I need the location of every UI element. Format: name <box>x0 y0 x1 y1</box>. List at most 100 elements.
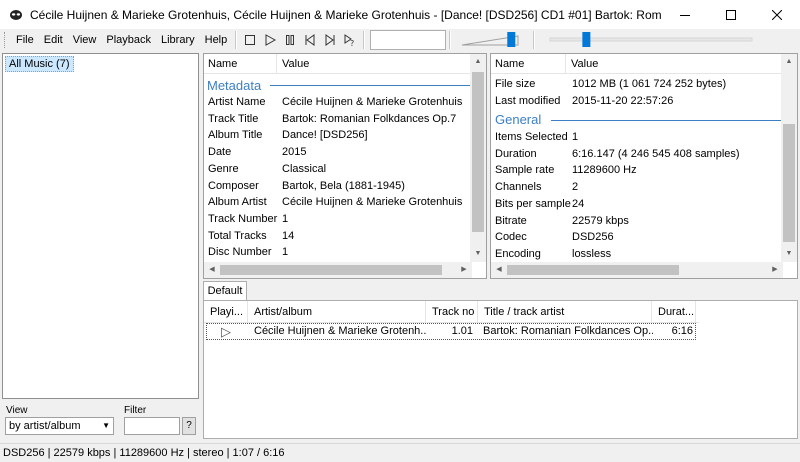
horizontal-scrollbar[interactable]: ◀ ▶ <box>491 262 783 278</box>
column-name-header[interactable]: Name <box>495 58 524 70</box>
property-value: Cécile Huijnen & Marieke Grotenhuis <box>282 196 463 209</box>
section-divider <box>270 85 472 86</box>
column-divider <box>565 54 566 74</box>
menu-help[interactable]: Help <box>200 29 233 51</box>
property-name: Bits per sample <box>495 197 571 210</box>
property-name: Artist Name <box>208 96 266 108</box>
maximize-button[interactable] <box>708 0 754 29</box>
seek-bar[interactable] <box>546 30 756 50</box>
scrollbar-thumb[interactable] <box>220 265 442 275</box>
metadata-panel: Name Value Metadata Artist Name Cécile Hu… <box>203 53 487 279</box>
menu-edit[interactable]: Edit <box>39 29 68 51</box>
scroll-up-icon[interactable]: ▲ <box>781 54 797 70</box>
scroll-left-icon[interactable]: ◀ <box>204 262 220 278</box>
close-button[interactable] <box>754 0 800 29</box>
vertical-scrollbar[interactable]: ▲ ▼ <box>781 54 797 262</box>
property-value: Bartok: Romanian Folkdances Op.7 <box>282 112 457 125</box>
view-label: View <box>6 405 28 416</box>
property-value: lossless <box>572 247 612 260</box>
cell-artist-album: Cécile Huijnen & Marieke Grotenh... <box>254 325 426 337</box>
property-name: Genre <box>208 162 239 175</box>
menu-playback[interactable]: Playback <box>101 29 156 51</box>
filter-input[interactable] <box>124 417 180 435</box>
property-name: Disc Number <box>208 246 272 259</box>
volume-slider[interactable] <box>460 30 530 50</box>
tab-default-playlist[interactable]: Default <box>203 281 247 301</box>
property-name: Album Title <box>208 129 263 142</box>
filter-label: Filter <box>124 405 147 416</box>
svg-text:?: ? <box>350 39 354 46</box>
property-value: 2015 <box>282 146 307 159</box>
scroll-left-icon[interactable]: ◀ <box>491 262 507 278</box>
column-duration[interactable]: Durat... <box>652 301 696 323</box>
property-value: 2 <box>572 181 579 194</box>
property-name: Total Tracks <box>208 229 267 242</box>
playlist-row[interactable]: ▷ Cécile Huijnen & Marieke Grotenh... 1.… <box>206 323 696 340</box>
column-track-no[interactable]: Track no <box>426 301 478 323</box>
property-value: Cécile Huijnen & Marieke Grotenhuis <box>282 96 463 108</box>
toolbar-search-box[interactable] <box>370 30 447 50</box>
filter-help-button[interactable]: ? <box>182 417 196 435</box>
property-value: 1012 MB (1 061 724 252 bytes) <box>572 78 727 90</box>
property-name: Encoding <box>495 247 541 260</box>
scroll-down-icon[interactable]: ▼ <box>470 246 486 262</box>
menu-toolbar: File Edit View Playback Library Help ? <box>0 29 800 51</box>
column-value-header[interactable]: Value <box>282 58 309 70</box>
minimize-button[interactable] <box>662 0 708 29</box>
scroll-right-icon[interactable]: ▶ <box>767 262 783 278</box>
random-button[interactable]: ? <box>340 30 360 50</box>
scrollbar-thumb[interactable] <box>472 72 484 232</box>
previous-button[interactable] <box>300 30 320 50</box>
play-button[interactable] <box>260 30 280 50</box>
scroll-right-icon[interactable]: ▶ <box>456 262 472 278</box>
column-title[interactable]: Title / track artist <box>478 301 652 323</box>
next-button[interactable] <box>320 30 340 50</box>
info-header: Name Value <box>491 54 797 74</box>
property-value: DSD256 <box>572 231 614 244</box>
property-value: 22579 kbps <box>572 214 629 227</box>
property-value: Classical <box>282 162 327 175</box>
property-value: 6:16.147 (4 246 545 408 samples) <box>572 147 740 160</box>
vertical-scrollbar[interactable]: ▲ ▼ <box>470 54 486 262</box>
column-playing[interactable]: Playi... <box>204 301 248 323</box>
pause-button[interactable] <box>280 30 300 50</box>
menu-library[interactable]: Library <box>156 29 200 51</box>
property-name: Date <box>208 146 232 159</box>
scrollbar-thumb[interactable] <box>507 265 679 275</box>
column-divider <box>276 54 277 74</box>
property-name: Duration <box>495 147 537 160</box>
menu-file[interactable]: File <box>11 29 39 51</box>
playlist-view[interactable]: Playi... Artist/album Track no Title / t… <box>203 300 798 439</box>
play-indicator-icon: ▷ <box>221 324 231 339</box>
cell-title: Bartok: Romanian Folkdances Op.... <box>483 325 653 337</box>
tree-item-all-music[interactable]: All Music (7) <box>5 56 74 72</box>
window-title: Cécile Huijnen & Marieke Grotenhuis, Céc… <box>30 7 662 22</box>
stop-button[interactable] <box>240 30 260 50</box>
cell-track-no: 1.01 <box>451 325 473 337</box>
library-tree[interactable]: All Music (7) <box>2 53 199 399</box>
property-value: 1 <box>282 212 289 225</box>
view-dropdown[interactable]: by artist/album ▼ <box>5 417 114 435</box>
property-name: Codec <box>495 231 527 244</box>
toolbar-grip[interactable] <box>4 32 7 48</box>
column-artist-album[interactable]: Artist/album <box>248 301 426 323</box>
scroll-down-icon[interactable]: ▼ <box>781 246 797 262</box>
scroll-up-icon[interactable]: ▲ <box>470 54 486 70</box>
property-name: Album Artist <box>208 196 267 209</box>
playlist-header: Playi... Artist/album Track no Title / t… <box>204 301 699 323</box>
horizontal-scrollbar[interactable]: ◀ ▶ <box>204 262 472 278</box>
menu-view[interactable]: View <box>68 29 102 51</box>
scrollbar-thumb[interactable] <box>783 124 795 242</box>
metadata-header: Name Value <box>204 54 486 74</box>
column-value-header[interactable]: Value <box>571 58 598 70</box>
section-divider <box>551 120 781 121</box>
toolbar-separator <box>235 31 238 49</box>
property-name: Composer <box>208 179 259 192</box>
column-name-header[interactable]: Name <box>208 58 237 70</box>
property-value: 11289600 Hz <box>572 164 637 177</box>
property-name: Channels <box>495 181 542 194</box>
section-metadata: Metadata <box>207 78 262 93</box>
section-general: General <box>495 112 542 127</box>
property-name: Track Number <box>208 212 278 225</box>
property-value: Dance! [DSD256] <box>282 129 368 142</box>
